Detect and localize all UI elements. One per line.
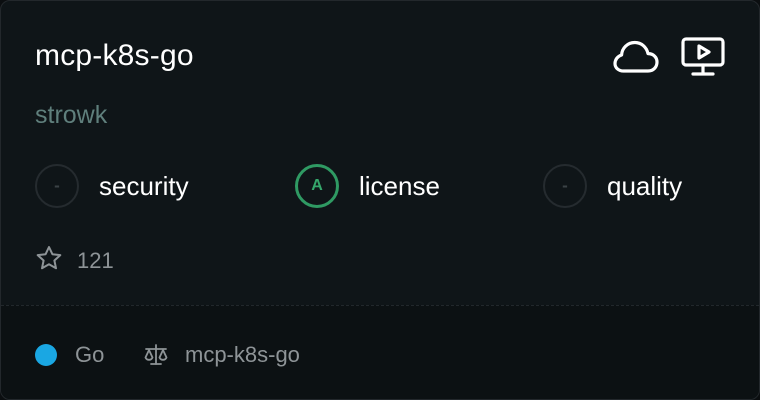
license-label: license xyxy=(359,170,440,201)
license-grade-badge: A xyxy=(295,164,339,208)
repo-title[interactable]: mcp-k8s-go xyxy=(35,39,194,73)
security-metric: - security xyxy=(35,164,189,208)
security-label: security xyxy=(99,170,189,201)
language-label: Go xyxy=(75,342,105,367)
security-grade-badge: - xyxy=(35,164,79,208)
license-tag: mcp-k8s-go xyxy=(143,342,300,368)
repo-owner[interactable]: strowk xyxy=(35,101,107,130)
license-name: mcp-k8s-go xyxy=(185,342,300,367)
quality-metric: - quality xyxy=(543,164,682,208)
monitor-play-icon[interactable] xyxy=(681,37,725,77)
card-footer: Go mcp-k8s-go xyxy=(1,305,759,399)
language-tag: Go xyxy=(35,342,104,368)
cloud-icon[interactable] xyxy=(613,39,659,75)
stars-count: 121 xyxy=(77,248,114,273)
repo-card[interactable]: mcp-k8s-go strowk - security A license -… xyxy=(0,0,760,400)
stars: 121 xyxy=(35,245,114,277)
language-color-dot xyxy=(35,344,57,366)
deploy-icons xyxy=(613,37,725,77)
quality-label: quality xyxy=(607,170,683,201)
scale-icon xyxy=(143,343,169,367)
license-metric: A license xyxy=(295,164,440,208)
star-icon xyxy=(35,245,63,277)
quality-grade-badge: - xyxy=(543,164,587,208)
